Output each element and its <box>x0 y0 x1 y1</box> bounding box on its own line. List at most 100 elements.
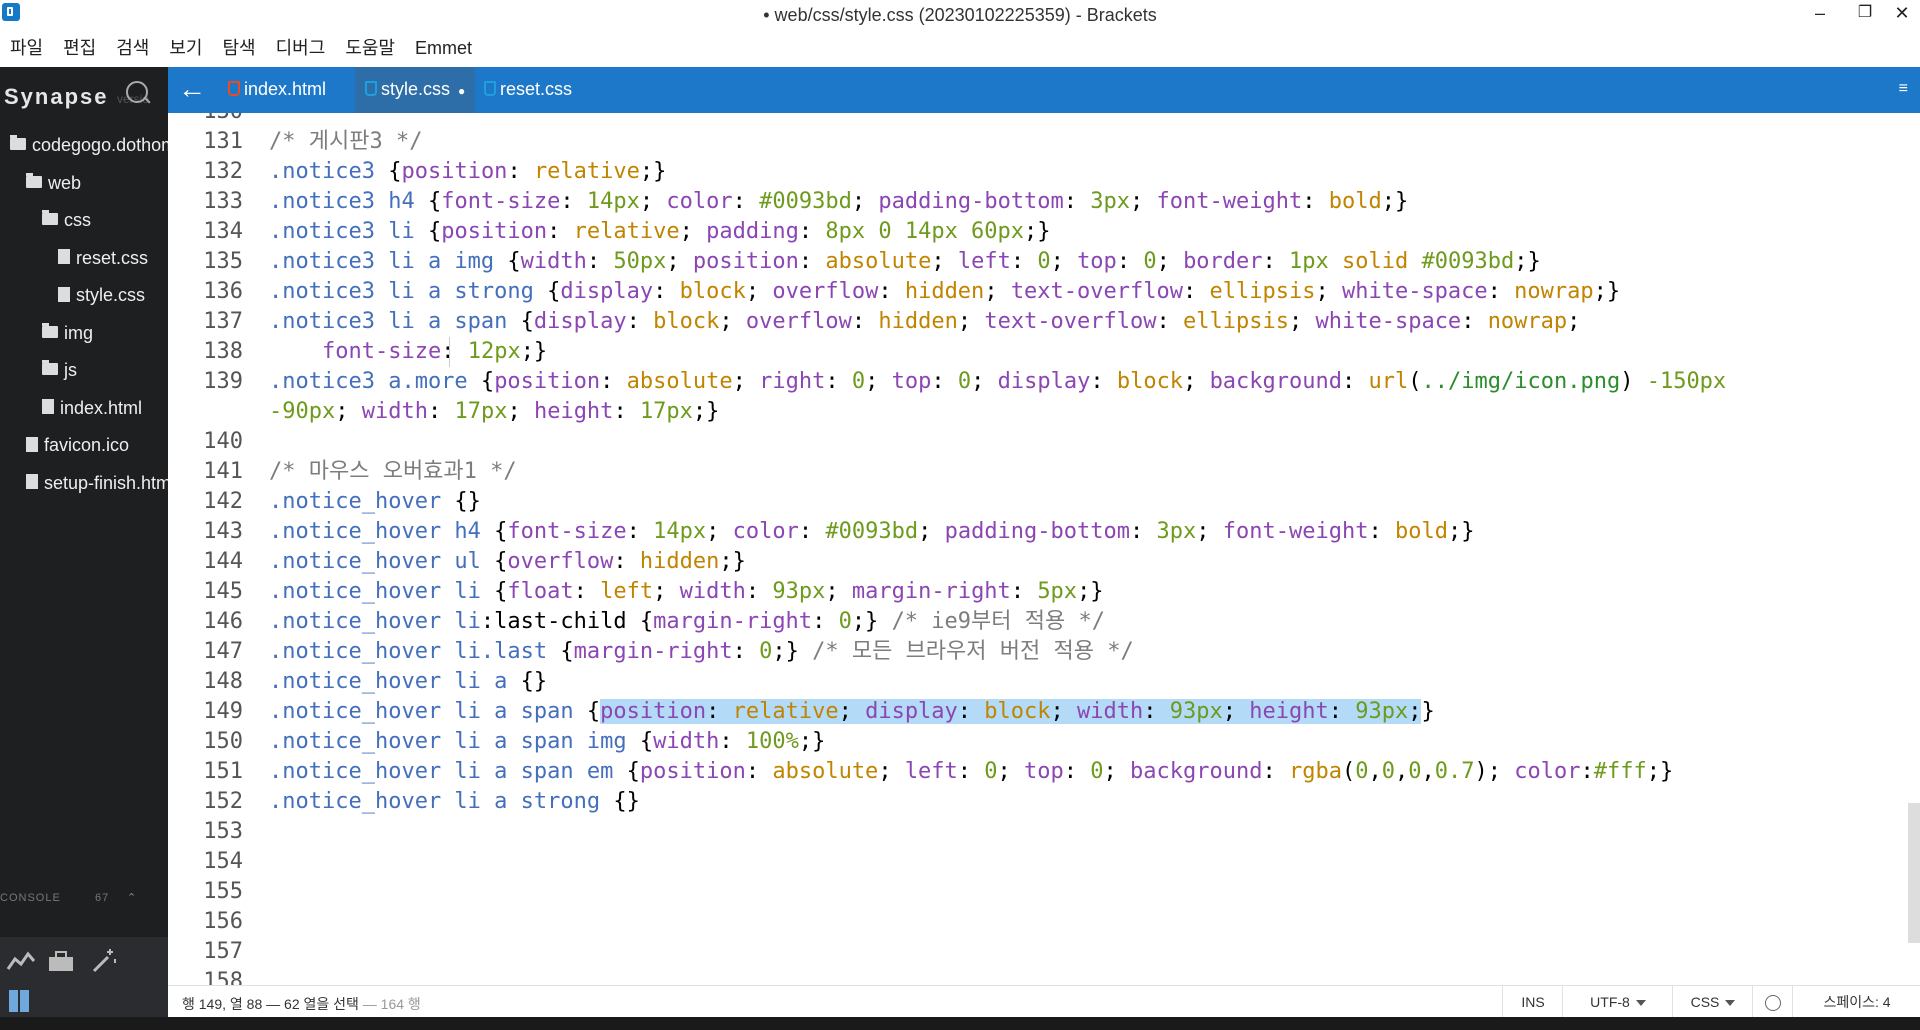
line-number[interactable]: 155 <box>168 877 269 907</box>
vertical-scrollbar[interactable] <box>1908 803 1920 943</box>
code-text[interactable]: .notice_hover {} <box>269 489 481 514</box>
code-text[interactable]: /* 마우스 오버효과1 */ <box>269 459 517 484</box>
encoding-select[interactable]: UTF-8 <box>1562 986 1673 1018</box>
code-line[interactable]: 140 <box>168 427 1898 457</box>
code-text[interactable]: .notice_hover li {float: left; width: 93… <box>269 579 1104 604</box>
code-line[interactable]: 144 .notice_hover ul {overflow: hidden;} <box>168 547 1898 577</box>
back-arrow-icon[interactable]: ← <box>178 73 206 105</box>
code-line[interactable]: 148 .notice_hover li a {} <box>168 667 1898 697</box>
tree-item[interactable]: favicon.ico <box>0 427 168 465</box>
menu-view[interactable]: 보기 <box>159 30 212 67</box>
line-number[interactable]: 134 <box>168 217 269 247</box>
line-number[interactable]: 142 <box>168 487 269 517</box>
menu-debug[interactable]: 디버그 <box>266 30 336 67</box>
line-number[interactable]: 153 <box>168 817 269 847</box>
code-text[interactable]: .notice_hover li a span em {position: ab… <box>269 759 1673 784</box>
code-line[interactable]: 137 .notice3 li a span {display: block; o… <box>168 307 1898 337</box>
code-line[interactable]: 150 .notice_hover li a span img {width: 1… <box>168 727 1898 757</box>
code-line[interactable]: 156 <box>168 907 1898 937</box>
tree-item[interactable]: style.css <box>0 277 168 315</box>
code-line[interactable]: 138 font-size: 12px;} <box>168 337 1898 367</box>
code-line[interactable]: 139 .notice3 a.more {position: absolute; … <box>168 367 1898 397</box>
code-line[interactable]: 143 .notice_hover h4 {font-size: 14px; co… <box>168 517 1898 547</box>
code-line[interactable]: 152 .notice_hover li a strong {} <box>168 787 1898 817</box>
chart-icon[interactable] <box>6 949 36 973</box>
tree-item[interactable]: img <box>0 315 168 353</box>
insert-mode-toggle[interactable]: INS <box>1502 986 1563 1018</box>
code-line[interactable]: 154 <box>168 847 1898 877</box>
toolbox-icon[interactable] <box>46 949 76 973</box>
code-text[interactable]: .notice_hover li.last {margin-right: 0;}… <box>269 639 1134 664</box>
line-number[interactable]: 154 <box>168 847 269 877</box>
line-number[interactable]: 138 <box>168 337 269 367</box>
synapse-brand[interactable]: Synapse <box>4 84 109 110</box>
line-number[interactable]: 144 <box>168 547 269 577</box>
search-icon[interactable] <box>126 81 148 103</box>
code-lines[interactable]: 130131/* 게시판3 */132.notice3 {position: r… <box>168 113 1898 985</box>
line-number[interactable]: 140 <box>168 427 269 457</box>
language-select[interactable]: CSS <box>1672 986 1753 1018</box>
code-text[interactable]: .notice3 {position: relative;} <box>269 159 666 184</box>
code-text[interactable]: .notice_hover li:last-child {margin-righ… <box>269 609 1105 634</box>
console-bar[interactable]: CONSOLE 67 ⌃ <box>0 892 168 920</box>
code-line[interactable]: 131/* 게시판3 */ <box>168 127 1898 157</box>
code-editor[interactable]: 130131/* 게시판3 */132.notice3 {position: r… <box>168 113 1920 985</box>
code-text[interactable]: /* 게시판3 */ <box>269 129 422 154</box>
line-number[interactable]: 131 <box>168 127 269 157</box>
menu-help[interactable]: 도움말 <box>335 30 405 67</box>
code-line[interactable]: 142 .notice_hover {} <box>168 487 1898 517</box>
code-line[interactable]: 141/* 마우스 오버효과1 */ <box>168 457 1898 487</box>
line-number[interactable]: 156 <box>168 907 269 937</box>
cursor-position[interactable]: 행 149, 열 88 — 62 열을 선택 — 164 행 <box>182 994 421 1014</box>
line-number[interactable]: 149 <box>168 697 269 727</box>
code-text[interactable]: .notice3 li a img {width: 50px; position… <box>269 249 1541 274</box>
tree-item[interactable]: js <box>0 352 168 390</box>
code-line[interactable]: -90px; width: 17px; height: 17px;} <box>168 397 1898 427</box>
line-number[interactable]: 137 <box>168 307 269 337</box>
code-line[interactable]: 149 .notice_hover li a span {position: re… <box>168 697 1898 727</box>
tree-item[interactable]: web <box>0 165 168 203</box>
tree-item[interactable]: setup-finish.html <box>0 465 168 503</box>
code-text[interactable]: -90px; width: 17px; height: 17px;} <box>269 399 719 424</box>
menu-edit[interactable]: 편집 <box>53 30 106 67</box>
line-number[interactable]: 150 <box>168 727 269 757</box>
code-text[interactable]: .notice_hover h4 {font-size: 14px; color… <box>269 519 1474 544</box>
tab-reset-css[interactable]: reset.css <box>474 67 582 113</box>
magic-wand-icon[interactable] <box>90 947 118 975</box>
menu-emmet[interactable]: Emmet <box>405 30 482 67</box>
line-number[interactable]: 147 <box>168 637 269 667</box>
code-line[interactable]: 132 .notice3 {position: relative;} <box>168 157 1898 187</box>
tree-item[interactable]: css <box>0 202 168 240</box>
line-number[interactable]: 152 <box>168 787 269 817</box>
indent-setting[interactable]: 스페이스: 4 <box>1792 986 1920 1018</box>
code-text[interactable]: .notice3 li {position: relative; padding… <box>269 219 1051 244</box>
code-line[interactable]: 153 <box>168 817 1898 847</box>
code-line[interactable]: 145 .notice_hover li {float: left; width:… <box>168 577 1898 607</box>
line-number[interactable]: 145 <box>168 577 269 607</box>
line-number[interactable]: 143 <box>168 517 269 547</box>
code-text[interactable]: .notice_hover li a {} <box>269 669 547 694</box>
code-text[interactable]: .notice3 a.more {position: absolute; rig… <box>269 369 1726 394</box>
code-text[interactable]: .notice_hover li a span {position: relat… <box>269 699 1435 724</box>
code-line[interactable]: 157 <box>168 937 1898 967</box>
tree-item[interactable]: codegogo.dothome.co.kr <box>0 127 168 165</box>
line-number[interactable]: 136 <box>168 277 269 307</box>
code-line[interactable]: 158 <box>168 967 1898 985</box>
code-line[interactable]: 130 <box>168 113 1898 127</box>
code-text[interactable]: .notice3 li a strong {display: block; ov… <box>269 279 1620 304</box>
code-line[interactable]: 133 .notice3 h4 {font-size: 14px; color: … <box>168 187 1898 217</box>
code-text[interactable]: .notice3 h4 {font-size: 14px; color: #00… <box>269 189 1408 214</box>
code-text[interactable]: .notice_hover ul {overflow: hidden;} <box>269 549 746 574</box>
line-number[interactable]: 130 <box>168 113 269 127</box>
tab-style-css[interactable]: style.css ● <box>355 67 476 113</box>
line-number[interactable]: 139 <box>168 367 269 397</box>
line-number[interactable]: 158 <box>168 967 269 985</box>
chevron-up-icon[interactable]: ⌃ <box>127 891 137 904</box>
menu-find[interactable]: 검색 <box>106 30 159 67</box>
code-line[interactable]: 155 <box>168 877 1898 907</box>
restore-button[interactable]: ❐ <box>1847 0 1883 30</box>
tab-index-html[interactable]: index.html <box>218 67 340 113</box>
linter-status[interactable] <box>1752 986 1793 1018</box>
line-number[interactable]: 151 <box>168 757 269 787</box>
line-number[interactable]: 132 <box>168 157 269 187</box>
